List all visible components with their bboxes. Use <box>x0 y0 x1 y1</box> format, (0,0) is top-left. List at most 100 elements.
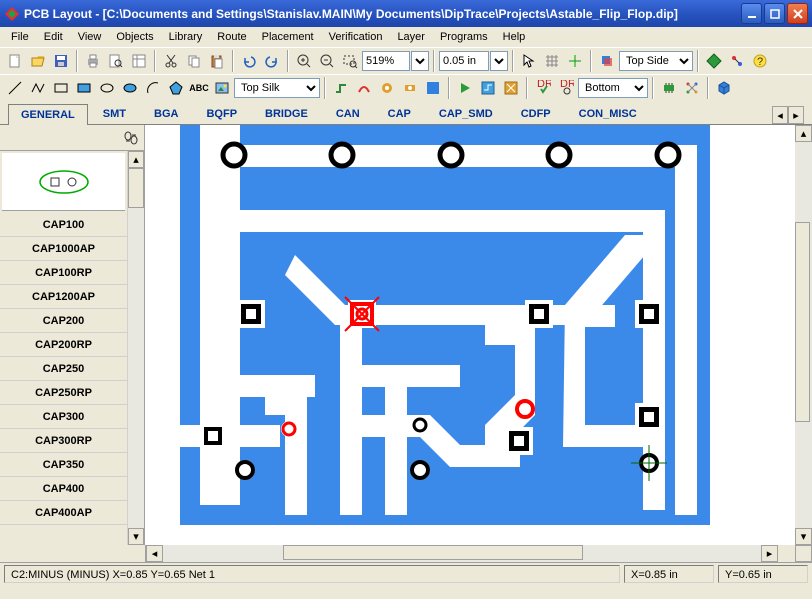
list-item[interactable]: CAP200 <box>0 309 127 333</box>
origin-button[interactable] <box>564 50 586 72</box>
tab-capsmd[interactable]: CAP_SMD <box>426 103 506 124</box>
zoom-dropdown[interactable] <box>411 51 429 71</box>
undo-button[interactable] <box>238 50 260 72</box>
tab-bqfp[interactable]: BQFP <box>193 103 250 124</box>
save-button[interactable] <box>50 50 72 72</box>
scroll-track[interactable] <box>795 142 812 528</box>
tab-bga[interactable]: BGA <box>141 103 191 124</box>
help-icon[interactable]: ? <box>749 50 771 72</box>
scroll-track[interactable] <box>128 168 144 528</box>
filled-ellipse-tool[interactable] <box>119 77 141 99</box>
pcb-canvas[interactable] <box>145 125 795 545</box>
menu-file[interactable]: File <box>4 29 36 45</box>
new-button[interactable] <box>4 50 26 72</box>
autoroute-all-button[interactable] <box>477 77 499 99</box>
polygon-tool[interactable] <box>165 77 187 99</box>
drc-settings-button[interactable]: DRC <box>555 77 577 99</box>
list-item[interactable]: CAP400 <box>0 477 127 501</box>
3d-button[interactable] <box>713 77 735 99</box>
route-auto-button[interactable] <box>353 77 375 99</box>
zoom-out-button[interactable] <box>316 50 338 72</box>
menu-route[interactable]: Route <box>210 29 253 45</box>
tab-bridge[interactable]: BRIDGE <box>252 103 321 124</box>
tab-general[interactable]: GENERAL <box>8 104 88 125</box>
menu-objects[interactable]: Objects <box>109 29 160 45</box>
list-item[interactable]: CAP250 <box>0 357 127 381</box>
net-check-button[interactable] <box>726 50 748 72</box>
ratsnest-button[interactable] <box>681 77 703 99</box>
maximize-button[interactable] <box>764 3 785 24</box>
menu-layer[interactable]: Layer <box>390 29 432 45</box>
layers-button[interactable] <box>596 50 618 72</box>
draw-layer-select[interactable]: Top Silk <box>234 78 320 98</box>
image-tool[interactable] <box>211 77 233 99</box>
tab-can[interactable]: CAN <box>323 103 373 124</box>
filled-rect-tool[interactable] <box>73 77 95 99</box>
scroll-up-icon[interactable]: ▴ <box>795 125 812 142</box>
scroll-right-icon[interactable]: ▸ <box>761 545 778 562</box>
place-pad-button[interactable] <box>399 77 421 99</box>
list-item[interactable]: CAP300RP <box>0 429 127 453</box>
grid-input[interactable] <box>439 51 489 71</box>
list-item[interactable]: CAP1200AP <box>0 285 127 309</box>
tab-next-button[interactable]: ▸ <box>788 106 804 124</box>
arc-tool[interactable] <box>142 77 164 99</box>
list-item[interactable]: CAP250RP <box>0 381 127 405</box>
scroll-left-icon[interactable]: ◂ <box>146 545 163 562</box>
menu-programs[interactable]: Programs <box>433 29 495 45</box>
component-button[interactable] <box>658 77 680 99</box>
pointer-button[interactable] <box>518 50 540 72</box>
copy-button[interactable] <box>183 50 205 72</box>
sidebar-scrollbar[interactable]: ▴ ▾ <box>127 151 144 545</box>
redo-button[interactable] <box>261 50 283 72</box>
menu-placement[interactable]: Placement <box>255 29 321 45</box>
scroll-track[interactable] <box>163 545 761 562</box>
print-button[interactable] <box>82 50 104 72</box>
scroll-down-icon[interactable]: ▾ <box>795 528 812 545</box>
cut-button[interactable] <box>160 50 182 72</box>
scroll-thumb[interactable] <box>795 222 810 422</box>
polyline-tool[interactable] <box>27 77 49 99</box>
scroll-up-icon[interactable]: ▴ <box>128 151 144 168</box>
grid-dropdown[interactable] <box>490 51 508 71</box>
list-item[interactable]: CAP400AP <box>0 501 127 525</box>
menu-verification[interactable]: Verification <box>322 29 390 45</box>
line-tool[interactable] <box>4 77 26 99</box>
filter-button[interactable] <box>120 127 142 149</box>
list-item[interactable]: CAP100RP <box>0 261 127 285</box>
tab-prev-button[interactable]: ◂ <box>772 106 788 124</box>
run-button[interactable] <box>454 77 476 99</box>
preview-button[interactable] <box>105 50 127 72</box>
scroll-thumb[interactable] <box>128 168 144 208</box>
titles-button[interactable] <box>128 50 150 72</box>
tab-cap[interactable]: CAP <box>375 103 424 124</box>
menu-help[interactable]: Help <box>496 29 533 45</box>
zoom-input[interactable] <box>362 51 410 71</box>
minimize-button[interactable] <box>741 3 762 24</box>
list-item[interactable]: CAP300 <box>0 405 127 429</box>
scroll-thumb[interactable] <box>283 545 583 560</box>
drc-run-button[interactable]: DRC <box>532 77 554 99</box>
paste-button[interactable] <box>206 50 228 72</box>
place-via-button[interactable] <box>376 77 398 99</box>
tab-smt[interactable]: SMT <box>90 103 139 124</box>
menu-edit[interactable]: Edit <box>37 29 70 45</box>
side-select[interactable]: Bottom <box>578 78 648 98</box>
tab-cdfp[interactable]: CDFP <box>508 103 564 124</box>
text-tool[interactable]: ABC <box>188 77 210 99</box>
zoom-window-button[interactable] <box>339 50 361 72</box>
ellipse-tool[interactable] <box>96 77 118 99</box>
copper-pour-button[interactable] <box>422 77 444 99</box>
canvas-h-scrollbar[interactable]: ◂ ▸ <box>146 545 778 562</box>
scroll-down-icon[interactable]: ▾ <box>128 528 144 545</box>
rect-tool[interactable] <box>50 77 72 99</box>
close-button[interactable] <box>787 3 808 24</box>
canvas-v-scrollbar[interactable]: ▴ ▾ <box>795 125 812 545</box>
menu-library[interactable]: Library <box>162 29 210 45</box>
list-item[interactable]: CAP350 <box>0 453 127 477</box>
list-item[interactable]: CAP100 <box>0 213 127 237</box>
list-item[interactable]: CAP1000AP <box>0 237 127 261</box>
unroute-button[interactable] <box>500 77 522 99</box>
menu-view[interactable]: View <box>71 29 109 45</box>
route-manual-button[interactable] <box>330 77 352 99</box>
